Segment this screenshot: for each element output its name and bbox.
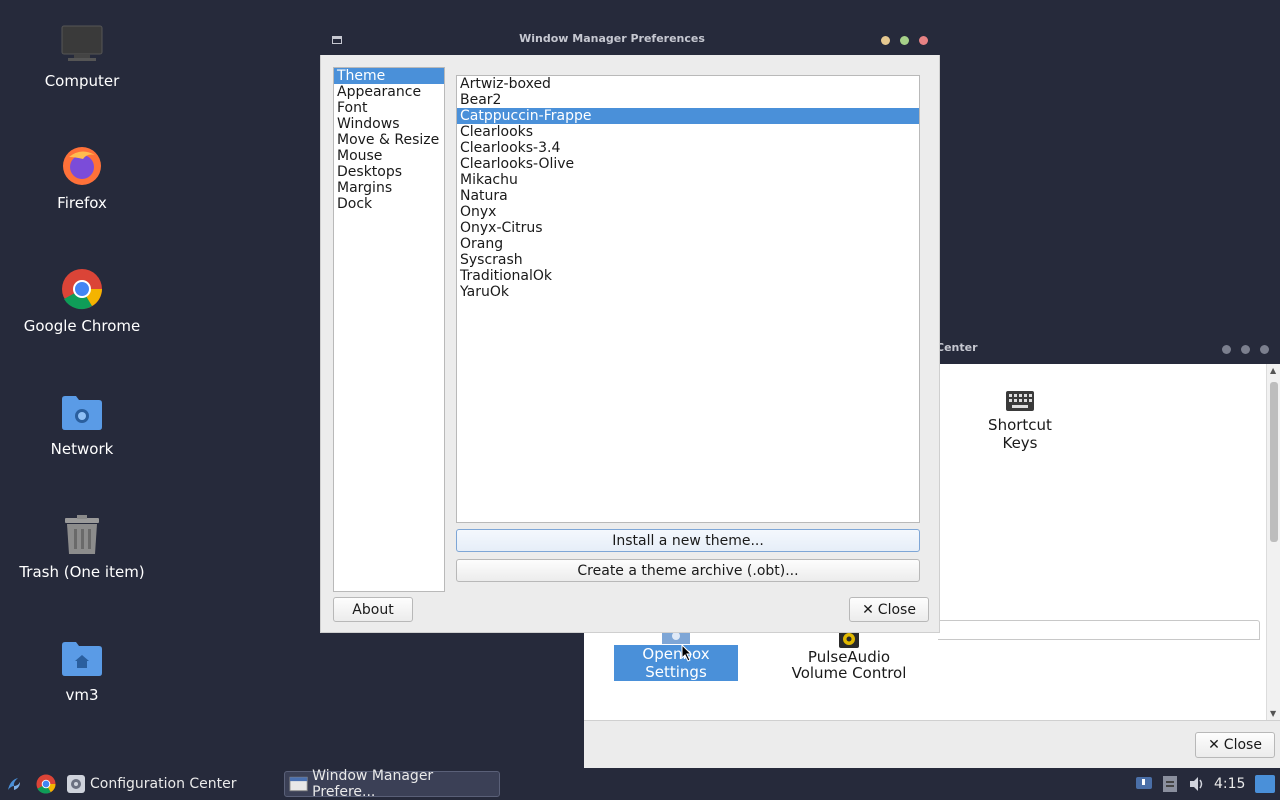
desktop-icon-label: Firefox — [57, 194, 107, 212]
volume-icon[interactable] — [1188, 775, 1206, 793]
taskbar-wm-preferences[interactable]: Window Manager Prefere... — [284, 768, 500, 800]
start-menu-button[interactable] — [4, 771, 24, 797]
shortcut-keys-item[interactable]: Shortcut Keys — [970, 390, 1070, 452]
chrome-icon — [60, 267, 104, 311]
vertical-scrollbar[interactable]: ▲ ▼ — [1266, 364, 1280, 720]
theme-item[interactable]: Artwiz-boxed — [457, 76, 919, 92]
taskbar: Configuration Center Window Manager Pref… — [0, 768, 1280, 800]
theme-item[interactable]: TraditionalOk — [457, 268, 919, 284]
pulseaudio-item[interactable]: PulseAudio Volume Control — [778, 630, 920, 681]
dialog-body: Theme Appearance Font Windows Move & Res… — [320, 55, 940, 633]
mouse-cursor-icon — [681, 644, 693, 662]
config-center-footer: ✕ Close — [584, 720, 1280, 768]
close-window-button[interactable] — [1260, 345, 1269, 354]
system-tray: 4:15 — [1134, 768, 1276, 800]
theme-item[interactable]: Clearlooks-Olive — [457, 156, 919, 172]
desktop-icon-trash[interactable]: Trash (One item) — [0, 513, 164, 581]
window-title: Center — [936, 341, 978, 354]
nav-item-dock[interactable]: Dock — [334, 196, 444, 212]
item-label: Shortcut Keys — [988, 416, 1052, 452]
theme-item[interactable]: Syscrash — [457, 252, 919, 268]
about-button[interactable]: About — [333, 597, 413, 622]
theme-item[interactable]: YaruOk — [457, 284, 919, 300]
close-window-button[interactable] — [919, 36, 928, 45]
close-icon: ✕ — [1208, 737, 1220, 753]
nav-item-font[interactable]: Font — [334, 100, 444, 116]
nav-item-theme[interactable]: Theme — [334, 68, 444, 84]
taskbar-chrome-launcher[interactable] — [36, 771, 56, 797]
theme-item[interactable]: Onyx — [457, 204, 919, 220]
category-list: Theme Appearance Font Windows Move & Res… — [333, 67, 445, 592]
desktop-icon-label: vm3 — [65, 686, 99, 704]
firefox-icon — [60, 144, 104, 188]
desktop-icon-label: Computer — [44, 72, 120, 90]
nav-item-appearance[interactable]: Appearance — [334, 84, 444, 100]
dialog-title: Window Manager Preferences — [519, 32, 705, 45]
dialog-close-button[interactable]: ✕ Close — [849, 597, 929, 622]
theme-item[interactable]: Bear2 — [457, 92, 919, 108]
scrollbar-thumb[interactable] — [1270, 382, 1278, 542]
theme-item[interactable]: Clearlooks-3.4 — [457, 140, 919, 156]
clock[interactable]: 4:15 — [1214, 776, 1245, 792]
theme-item[interactable]: Clearlooks — [457, 124, 919, 140]
nav-item-windows[interactable]: Windows — [334, 116, 444, 132]
clipboard-icon[interactable] — [1162, 775, 1178, 793]
trash-icon — [60, 513, 104, 557]
desktop-icon-label: Trash (One item) — [19, 563, 145, 581]
network-status-icon[interactable] — [1134, 775, 1154, 793]
config-close-button[interactable]: ✕ Close — [1195, 732, 1275, 758]
taskbar-item-label: Configuration Center — [90, 776, 237, 792]
scroll-up-icon[interactable]: ▲ — [1270, 366, 1276, 375]
desktop-icon-network[interactable]: Network — [0, 390, 164, 458]
maximize-button[interactable] — [900, 36, 909, 45]
minimize-button[interactable] — [881, 36, 890, 45]
computer-icon — [60, 22, 104, 66]
home-folder-icon — [60, 636, 104, 680]
item-label: PulseAudio Volume Control — [791, 648, 907, 682]
theme-item[interactable]: Onyx-Citrus — [457, 220, 919, 236]
desktop-icon-chrome[interactable]: Google Chrome — [0, 267, 164, 335]
openbox-settings-item[interactable]: Openbox Settings — [614, 630, 738, 681]
nav-item-mouse[interactable]: Mouse — [334, 148, 444, 164]
minimize-button[interactable] — [1222, 345, 1231, 354]
theme-item[interactable]: Natura — [457, 188, 919, 204]
search-field[interactable] — [938, 620, 1260, 640]
desktop-icon-home[interactable]: vm3 — [0, 636, 164, 704]
theme-item[interactable]: Orang — [457, 236, 919, 252]
theme-item[interactable]: Mikachu — [457, 172, 919, 188]
install-theme-button[interactable]: Install a new theme... — [456, 529, 920, 552]
start-menu-icon — [8, 778, 20, 790]
theme-item-selected[interactable]: Catppuccin-Frappe — [457, 108, 919, 124]
show-desktop-button[interactable] — [1255, 775, 1276, 793]
theme-list[interactable]: Artwiz-boxed Bear2 Catppuccin-Frappe Cle… — [456, 75, 920, 523]
desktop-icon-computer[interactable]: Computer — [0, 22, 164, 90]
taskbar-config-center[interactable]: Configuration Center — [66, 771, 237, 797]
maximize-button[interactable] — [1241, 345, 1250, 354]
taskbar-item-label: Window Manager Prefere... — [312, 768, 434, 800]
window-app-icon — [289, 776, 308, 792]
close-icon: ✕ — [862, 601, 874, 618]
scroll-down-icon[interactable]: ▼ — [1270, 709, 1276, 718]
window-manager-preferences-dialog: Window Manager Preferences Theme Appeara… — [320, 26, 940, 633]
desktop-icon-label: Network — [50, 440, 114, 458]
nav-item-desktops[interactable]: Desktops — [334, 164, 444, 180]
create-archive-button[interactable]: Create a theme archive (.obt)... — [456, 559, 920, 582]
desktop-icon-label: Google Chrome — [23, 317, 141, 335]
nav-item-move-resize[interactable]: Move & Resize — [334, 132, 444, 148]
nav-item-margins[interactable]: Margins — [334, 180, 444, 196]
network-folder-icon — [60, 390, 104, 434]
desktop-icon-firefox[interactable]: Firefox — [0, 144, 164, 212]
dialog-titlebar[interactable]: Window Manager Preferences — [320, 26, 940, 55]
item-label: Openbox Settings — [614, 645, 738, 681]
chrome-icon — [36, 774, 56, 794]
settings-app-icon — [67, 775, 85, 793]
keyboard-icon — [1006, 391, 1034, 411]
